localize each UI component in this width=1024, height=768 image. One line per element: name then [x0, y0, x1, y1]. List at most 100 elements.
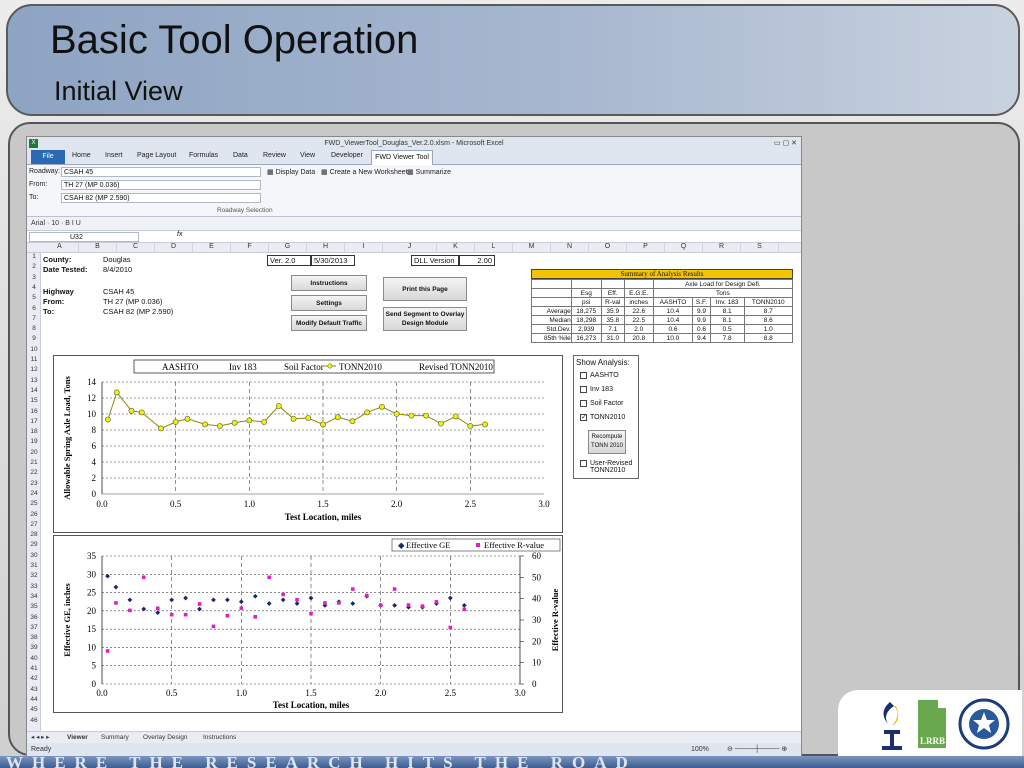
column-header-s[interactable]: S	[741, 243, 779, 253]
tab-view[interactable]: View	[300, 152, 315, 159]
row-header-43[interactable]: 43	[27, 686, 41, 696]
tab-formulas[interactable]: Formulas	[189, 152, 218, 159]
display-data-button[interactable]: ▦ Display Data	[267, 168, 315, 176]
row-header-11[interactable]: 11	[27, 356, 41, 366]
column-header-c[interactable]: C	[117, 243, 155, 253]
instructions-button[interactable]: Instructions	[291, 275, 367, 291]
modify-traffic-button[interactable]: Modify Default Traffic	[291, 315, 367, 331]
row-header-15[interactable]: 15	[27, 397, 41, 407]
row-header-18[interactable]: 18	[27, 428, 41, 438]
checkbox-user-revised[interactable]: User-Revised TONN2010	[580, 460, 638, 474]
column-header-q[interactable]: Q	[665, 243, 703, 253]
column-header-f[interactable]: F	[231, 243, 269, 253]
checkbox-aashto[interactable]: AASHTO	[580, 372, 619, 379]
column-header-h[interactable]: H	[307, 243, 345, 253]
fx-icon[interactable]: fx	[177, 231, 182, 238]
row-header-45[interactable]: 45	[27, 706, 41, 716]
row-header-27[interactable]: 27	[27, 521, 41, 531]
checkbox-inv183[interactable]: Inv 183	[580, 386, 613, 393]
row-header-12[interactable]: 12	[27, 366, 41, 376]
row-header-9[interactable]: 9	[27, 335, 41, 345]
row-header-36[interactable]: 36	[27, 614, 41, 624]
column-header-p[interactable]: P	[627, 243, 665, 253]
row-header-3[interactable]: 3	[27, 274, 41, 284]
row-header-7[interactable]: 7	[27, 315, 41, 325]
name-box[interactable]: U32	[29, 232, 139, 242]
column-header-o[interactable]: O	[589, 243, 627, 253]
row-header-20[interactable]: 20	[27, 449, 41, 459]
row-header-13[interactable]: 13	[27, 377, 41, 387]
row-header-22[interactable]: 22	[27, 469, 41, 479]
row-header-37[interactable]: 37	[27, 624, 41, 634]
tab-data[interactable]: Data	[233, 152, 248, 159]
column-header-k[interactable]: K	[437, 243, 475, 253]
row-header-31[interactable]: 31	[27, 562, 41, 572]
row-header-34[interactable]: 34	[27, 593, 41, 603]
column-header-l[interactable]: L	[475, 243, 513, 253]
row-header-33[interactable]: 33	[27, 583, 41, 593]
row-header-44[interactable]: 44	[27, 696, 41, 706]
tab-fwd-viewer-tool[interactable]: FWD Viewer Tool	[371, 150, 433, 165]
checkbox-box[interactable]	[580, 400, 587, 407]
axle-load-chart[interactable]: AASHTO Inv 183 Soil Factor TONN2010 Revised …	[53, 355, 563, 533]
row-header-41[interactable]: 41	[27, 665, 41, 675]
row-header-40[interactable]: 40	[27, 655, 41, 665]
row-header-2[interactable]: 2	[27, 263, 41, 273]
row-header-6[interactable]: 6	[27, 305, 41, 315]
send-segment-button[interactable]: Send Segment to Overlay Design Module	[383, 307, 467, 331]
column-header-r[interactable]: R	[703, 243, 741, 253]
ge-rvalue-chart[interactable]: ◆ Effective GE Effective R-value 0 5 10 15 20 25…	[53, 535, 563, 713]
checkbox-box[interactable]	[580, 372, 587, 379]
row-header-19[interactable]: 19	[27, 438, 41, 448]
row-header-42[interactable]: 42	[27, 675, 41, 685]
row-header-24[interactable]: 24	[27, 490, 41, 500]
checkbox-box[interactable]	[580, 386, 587, 393]
window-controls-icon[interactable]: ▭ ▢ ✕	[774, 137, 797, 150]
tab-insert[interactable]: Insert	[105, 152, 123, 159]
column-header-e[interactable]: E	[193, 243, 231, 253]
row-header-26[interactable]: 26	[27, 511, 41, 521]
quick-access-toolbar[interactable]: Arial · 10 · B I U	[27, 217, 801, 231]
checkbox-box[interactable]	[580, 460, 587, 467]
row-header-28[interactable]: 28	[27, 531, 41, 541]
row-header-23[interactable]: 23	[27, 480, 41, 490]
column-header-b[interactable]: B	[79, 243, 117, 253]
recompute-button[interactable]: Recompute TONN 2010	[588, 430, 626, 454]
tab-developer[interactable]: Developer	[331, 152, 363, 159]
row-header-5[interactable]: 5	[27, 294, 41, 304]
row-header-17[interactable]: 17	[27, 418, 41, 428]
checkbox-tonn2010[interactable]: ✓ TONN2010	[580, 414, 625, 421]
row-header-38[interactable]: 38	[27, 634, 41, 644]
column-header-n[interactable]: N	[551, 243, 589, 253]
zoom-level[interactable]: 100%	[691, 743, 709, 757]
checkbox-box[interactable]: ✓	[580, 414, 587, 421]
to-dropdown[interactable]: CSAH 82 (MP 2.590)	[61, 193, 261, 203]
tab-home[interactable]: Home	[72, 152, 91, 159]
from-dropdown[interactable]: TH 27 (MP 0.036)	[61, 180, 261, 190]
row-header-21[interactable]: 21	[27, 459, 41, 469]
row-header-10[interactable]: 10	[27, 346, 41, 356]
settings-button[interactable]: Settings	[291, 295, 367, 311]
tab-review[interactable]: Review	[263, 152, 286, 159]
print-page-button[interactable]: Print this Page	[383, 277, 467, 301]
column-header-d[interactable]: D	[155, 243, 193, 253]
row-header-25[interactable]: 25	[27, 500, 41, 510]
column-header-a[interactable]: A	[41, 243, 79, 253]
row-header-30[interactable]: 30	[27, 552, 41, 562]
row-header-35[interactable]: 35	[27, 603, 41, 613]
column-header-i[interactable]: I	[345, 243, 383, 253]
summarize-button[interactable]: ▦ Summarize	[407, 168, 451, 176]
row-header-16[interactable]: 16	[27, 408, 41, 418]
create-worksheet-button[interactable]: ▦ Create a New Worksheet	[321, 168, 408, 176]
row-header-46[interactable]: 46	[27, 717, 41, 727]
row-header-4[interactable]: 4	[27, 284, 41, 294]
tab-page-layout[interactable]: Page Layout	[137, 152, 176, 159]
roadway-dropdown[interactable]: CSAH 45	[61, 167, 261, 177]
tab-file[interactable]: File	[31, 150, 65, 164]
row-header-39[interactable]: 39	[27, 644, 41, 654]
checkbox-soil-factor[interactable]: Soil Factor	[580, 400, 623, 407]
row-header-29[interactable]: 29	[27, 541, 41, 551]
column-header-g[interactable]: G	[269, 243, 307, 253]
row-header-14[interactable]: 14	[27, 387, 41, 397]
row-header-8[interactable]: 8	[27, 325, 41, 335]
